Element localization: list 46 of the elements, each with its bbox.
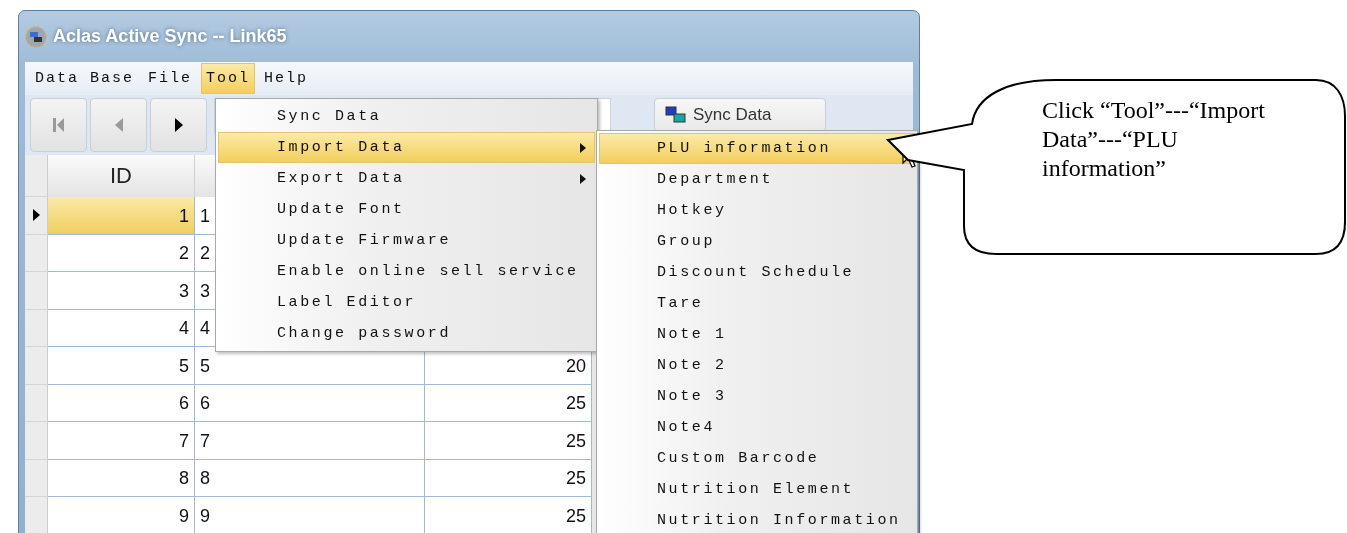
computers-icon — [665, 106, 687, 124]
table-cell: 6 — [195, 384, 425, 422]
row-header[interactable] — [25, 197, 48, 235]
table-cell: 9 — [195, 497, 425, 533]
row-header — [25, 155, 48, 197]
callout-text: Click “Tool”---“Import Data”---“PLU information” — [1042, 96, 1266, 183]
menu-item[interactable]: Discount Schedule — [599, 257, 915, 288]
menu-item[interactable]: Export Data — [218, 163, 595, 194]
app-logo-icon — [25, 25, 47, 48]
menu-item[interactable]: Hotkey — [599, 195, 915, 226]
menu-item[interactable]: PLU information — [599, 133, 915, 164]
table-cell: 5 — [48, 347, 195, 385]
menu-item[interactable]: Data Base — [30, 63, 139, 94]
window-title: Aclas Active Sync -- Link65 — [53, 26, 287, 47]
menu-item[interactable]: Note4 — [599, 412, 915, 443]
nav-button[interactable] — [150, 98, 207, 152]
table-cell: 4 — [48, 309, 195, 347]
menu-item[interactable]: Import Data — [218, 132, 595, 163]
menu-item[interactable]: Note 3 — [599, 381, 915, 412]
table-cell: 8 — [195, 459, 425, 497]
table-cell: 7 — [195, 422, 425, 460]
table-cell: 6 — [48, 384, 195, 422]
previous-icon — [114, 118, 123, 132]
menu-item[interactable]: File — [143, 63, 198, 94]
menu-item[interactable]: Note 1 — [599, 319, 915, 350]
table-cell: 1 — [48, 197, 195, 235]
menu-item[interactable]: Nutrition Element — [599, 474, 915, 505]
menu-item[interactable]: Tool — [201, 63, 256, 94]
menu-item[interactable]: Nutrition Information — [599, 505, 915, 533]
current-row-icon — [32, 209, 40, 222]
table-cell: 8 — [48, 459, 195, 497]
menu-item[interactable]: Custom Barcode — [599, 443, 915, 474]
menu-item[interactable]: Tare — [599, 288, 915, 319]
table-cell: 7 — [48, 422, 195, 460]
next-icon — [174, 118, 183, 132]
column-header[interactable]: ID — [48, 155, 195, 197]
menu-item[interactable]: Group — [599, 226, 915, 257]
menu-item[interactable]: Help — [259, 63, 314, 94]
table-cell: 9 — [48, 497, 195, 533]
menu-item[interactable]: Sync Data — [218, 101, 595, 132]
menu-item[interactable]: Department — [599, 164, 915, 195]
sync-data-button[interactable]: Sync Data — [654, 98, 826, 132]
table-cell: 3 — [48, 272, 195, 310]
first-record-icon — [52, 118, 65, 132]
table-cell: 2 — [48, 234, 195, 272]
menu-item[interactable]: Note 2 — [599, 350, 915, 381]
